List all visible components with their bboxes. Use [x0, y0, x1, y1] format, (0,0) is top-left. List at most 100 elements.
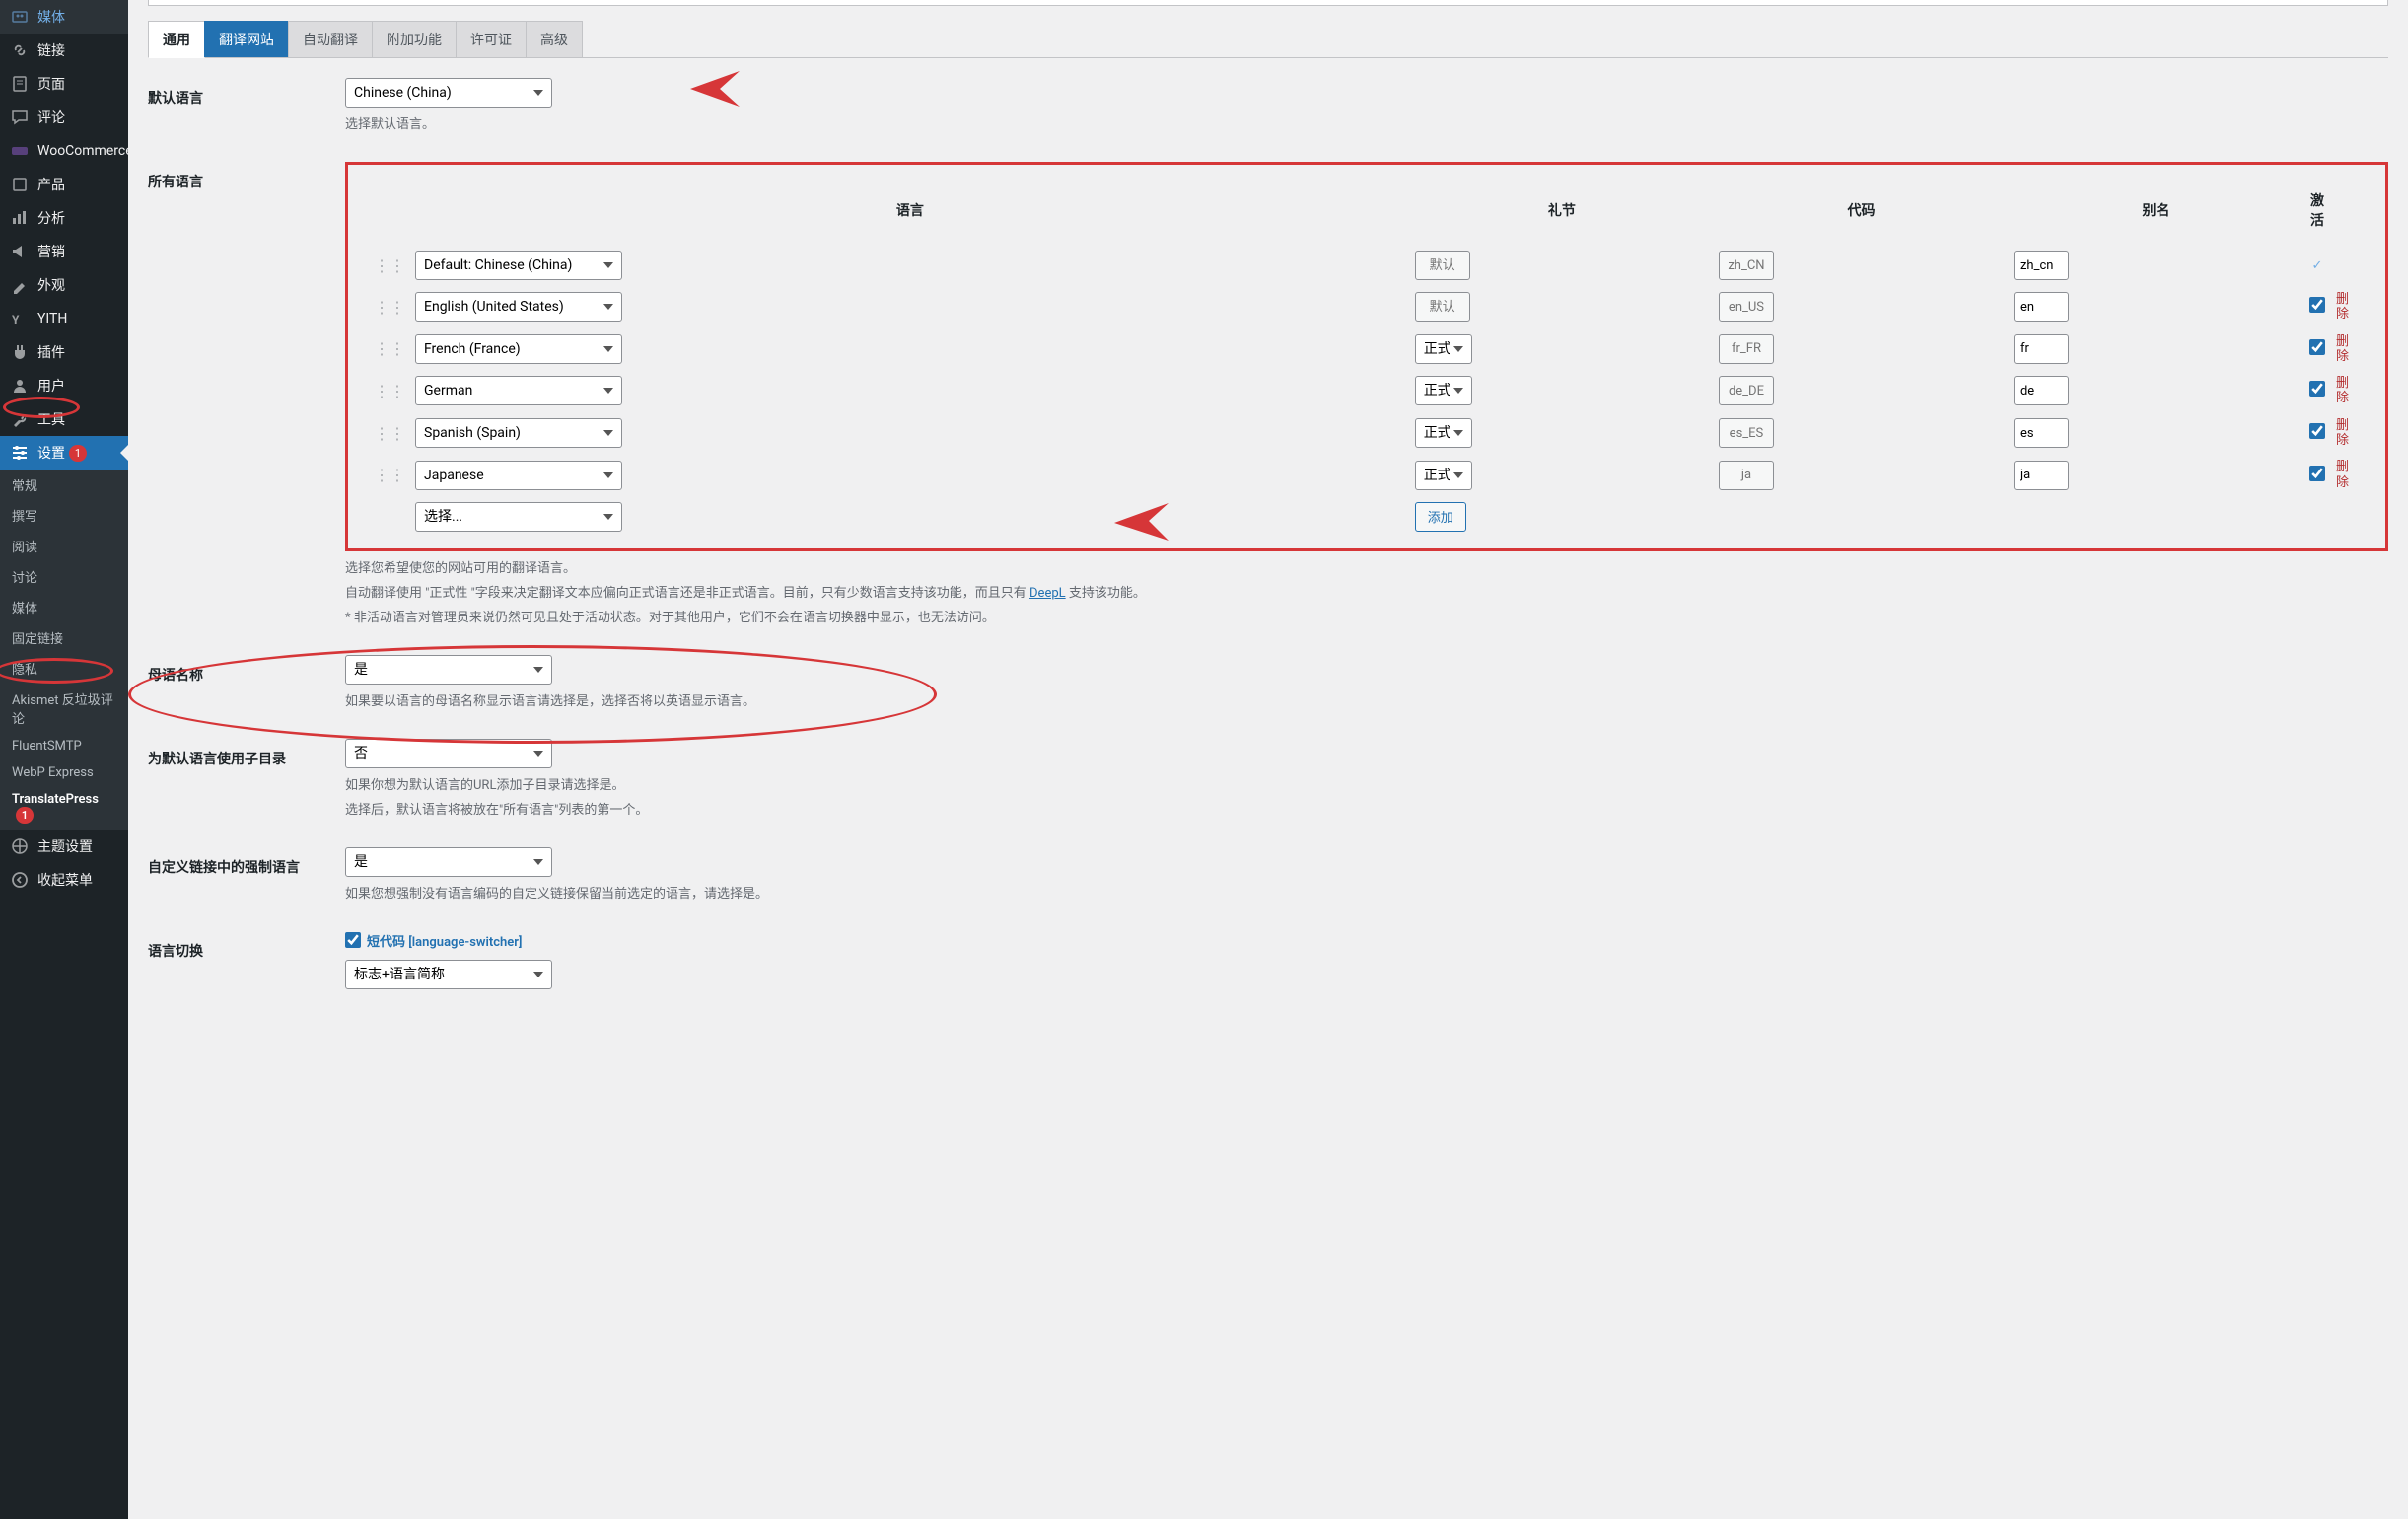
sidebar-item-yith[interactable]: Y YITH — [0, 302, 128, 335]
sidebar-item-label: 用户 — [37, 376, 65, 396]
add-language-select[interactable]: 选择... — [415, 502, 622, 532]
native-name-select[interactable]: 是 — [345, 655, 552, 685]
deepl-link[interactable]: DeepL — [1029, 586, 1066, 601]
drag-handle-icon[interactable]: ⋮⋮ — [370, 455, 409, 495]
sidebar-item-woo[interactable]: WooCommerce — [0, 134, 128, 168]
analytics-icon — [10, 208, 30, 228]
active-checkbox[interactable] — [2309, 381, 2325, 397]
sidebar-item-label: 页面 — [37, 74, 65, 94]
sidebar-item-comment[interactable]: 评论 — [0, 101, 128, 134]
formality-select[interactable]: 正式 — [1415, 418, 1472, 448]
sidebar-item-link[interactable]: 链接 — [0, 34, 128, 67]
sidebar-item-label: YITH — [37, 311, 67, 326]
subdir-desc1: 如果你想为默认语言的URL添加子目录请选择是。 — [345, 774, 2388, 793]
language-select[interactable]: Default: Chinese (China) — [415, 251, 622, 280]
language-select[interactable]: French (France) — [415, 334, 622, 364]
tab-5[interactable]: 高级 — [526, 21, 583, 57]
formality-disabled — [1415, 292, 1470, 322]
sidebar-sub-固定链接[interactable]: 固定链接 — [0, 622, 128, 653]
settings-icon — [10, 443, 30, 463]
plugins-icon — [10, 342, 30, 362]
active-checkbox[interactable] — [2309, 466, 2325, 481]
yith-icon: Y — [10, 309, 30, 328]
code-input — [1719, 418, 1774, 448]
delete-language-link[interactable]: 删除 — [2336, 460, 2349, 489]
drag-handle-icon[interactable]: ⋮⋮ — [370, 413, 409, 454]
slug-input[interactable] — [2014, 334, 2069, 364]
sidebar-sub-阅读[interactable]: 阅读 — [0, 531, 128, 561]
sidebar-sub-撰写[interactable]: 撰写 — [0, 500, 128, 531]
slug-input[interactable] — [2014, 251, 2069, 280]
sidebar-sub-WebP Express[interactable]: WebP Express — [0, 760, 128, 786]
drag-handle-icon[interactable]: ⋮⋮ — [370, 329, 409, 370]
sidebar-item-theme[interactable]: 主题设置 — [0, 830, 128, 863]
drag-handle-icon[interactable]: ⋮⋮ — [370, 246, 409, 285]
force-lang-select[interactable]: 是 — [345, 847, 552, 877]
default-language-desc: 选择默认语言。 — [345, 113, 2388, 132]
sidebar-item-plugins[interactable]: 插件 — [0, 335, 128, 369]
update-badge: 1 — [16, 807, 34, 824]
delete-language-link[interactable]: 删除 — [2336, 334, 2349, 364]
language-select[interactable]: German — [415, 376, 622, 405]
slug-input[interactable] — [2014, 376, 2069, 405]
language-select[interactable]: Japanese — [415, 461, 622, 490]
sidebar-sub-Akismet 反垃圾评论[interactable]: Akismet 反垃圾评论 — [0, 684, 128, 733]
sidebar-sub-TranslatePress[interactable]: TranslatePress1 — [0, 786, 128, 830]
slug-input[interactable] — [2014, 461, 2069, 490]
code-input — [1719, 334, 1774, 364]
formality-disabled — [1415, 251, 1470, 280]
delete-language-link[interactable]: 删除 — [2336, 376, 2349, 405]
formality-select[interactable]: 正式 — [1415, 376, 1472, 405]
sidebar-item-analytics[interactable]: 分析 — [0, 201, 128, 235]
active-check-icon: ✓ — [2312, 258, 2323, 273]
code-input — [1719, 251, 1774, 280]
tab-4[interactable]: 许可证 — [456, 21, 527, 57]
sidebar-item-label: 产品 — [37, 175, 65, 194]
sidebar-sub-隐私[interactable]: 隐私 — [0, 653, 128, 684]
subdir-label: 为默认语言使用子目录 — [148, 739, 345, 768]
delete-language-link[interactable]: 删除 — [2336, 292, 2349, 322]
drag-handle-icon[interactable]: ⋮⋮ — [370, 371, 409, 411]
sidebar-item-product[interactable]: 产品 — [0, 168, 128, 201]
tab-1[interactable]: 翻译网站 — [204, 21, 289, 57]
default-language-select[interactable]: Chinese (China) — [345, 78, 552, 108]
slug-input[interactable] — [2014, 418, 2069, 448]
sidebar-item-media[interactable]: 媒体 — [0, 0, 128, 34]
woo-icon — [10, 141, 30, 161]
sidebar-item-label: 评论 — [37, 108, 65, 127]
formality-select[interactable]: 正式 — [1415, 334, 1472, 364]
sidebar-item-tools[interactable]: 工具 — [0, 402, 128, 436]
language-select[interactable]: Spanish (Spain) — [415, 418, 622, 448]
language-select[interactable]: English (United States) — [415, 292, 622, 322]
sidebar-item-label: 媒体 — [37, 7, 65, 27]
shortcode-checkbox[interactable] — [345, 932, 361, 948]
sidebar-item-label: 营销 — [37, 242, 65, 261]
sidebar-item-marketing[interactable]: 营销 — [0, 235, 128, 268]
formality-select[interactable]: 正式 — [1415, 461, 1472, 490]
active-checkbox[interactable] — [2309, 339, 2325, 355]
lang-switch-display-select[interactable]: 标志+语言简称 — [345, 960, 552, 989]
sidebar-sub-媒体[interactable]: 媒体 — [0, 592, 128, 622]
sidebar-item-users[interactable]: 用户 — [0, 369, 128, 402]
sidebar-item-settings[interactable]: 设置1 — [0, 436, 128, 470]
code-input — [1719, 376, 1774, 405]
subdir-select[interactable]: 否 — [345, 739, 552, 768]
add-language-button[interactable]: 添加 — [1415, 502, 1466, 532]
delete-language-link[interactable]: 删除 — [2336, 418, 2349, 448]
active-checkbox[interactable] — [2309, 423, 2325, 439]
shortcode-checkbox-label: 短代码 [language-switcher] — [367, 931, 523, 950]
appearance-icon — [10, 275, 30, 295]
slug-input[interactable] — [2014, 292, 2069, 322]
tab-0[interactable]: 通用 — [148, 21, 205, 58]
tab-3[interactable]: 附加功能 — [372, 21, 457, 57]
sidebar-sub-FluentSMTP[interactable]: FluentSMTP — [0, 733, 128, 760]
active-checkbox[interactable] — [2309, 297, 2325, 313]
tab-2[interactable]: 自动翻译 — [288, 21, 373, 57]
sidebar-item-collapse[interactable]: 收起菜单 — [0, 863, 128, 897]
sidebar-item-page[interactable]: 页面 — [0, 67, 128, 101]
sidebar-item-appearance[interactable]: 外观 — [0, 268, 128, 302]
sidebar-sub-讨论[interactable]: 讨论 — [0, 561, 128, 592]
drag-handle-icon[interactable]: ⋮⋮ — [370, 287, 409, 327]
language-row: ⋮⋮German 正式 删除 — [370, 371, 2364, 411]
sidebar-sub-常规[interactable]: 常规 — [0, 470, 128, 500]
